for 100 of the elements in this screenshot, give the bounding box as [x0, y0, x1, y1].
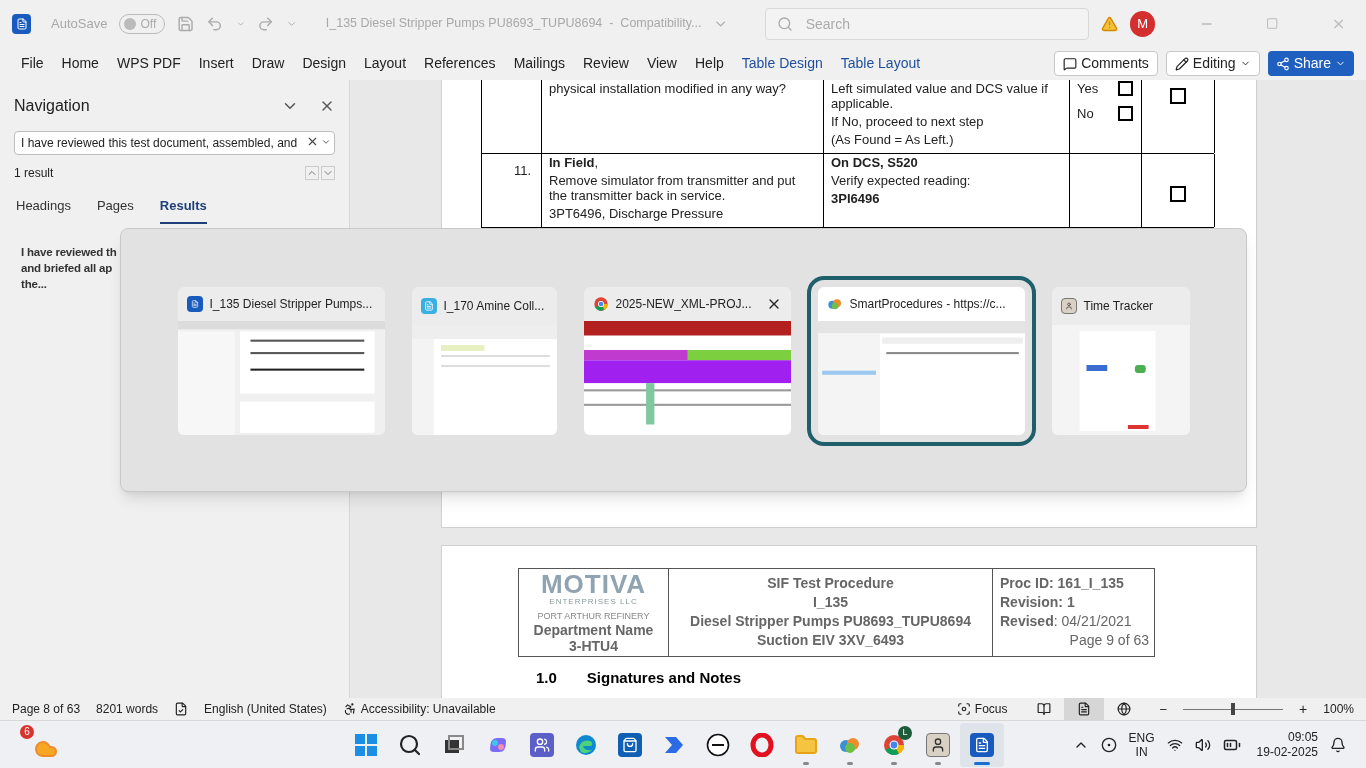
people-icon[interactable] — [530, 732, 554, 757]
search-field[interactable]: I have reviewed this test document, assembled, and — [14, 131, 335, 155]
ribbon-tab[interactable]: Layout — [355, 53, 416, 74]
window-thumbnail[interactable]: Time Tracker — [1051, 287, 1190, 435]
share-button[interactable]: Share — [1267, 51, 1354, 76]
comment-icon — [1063, 56, 1078, 71]
notification-bell-icon[interactable] — [1330, 736, 1346, 753]
proofing-icon[interactable] — [174, 702, 189, 716]
focus-icon — [956, 702, 971, 716]
pane-title: Navigation — [14, 96, 90, 116]
volume-icon[interactable] — [1194, 736, 1211, 753]
window-thumbnail[interactable]: I_135 Diesel Stripper Pumps... — [177, 287, 385, 435]
swirl-globe-icon[interactable] — [574, 732, 598, 757]
search-icon[interactable] — [398, 732, 422, 757]
zoom-out-button[interactable]: − — [1159, 702, 1168, 716]
page-number: Page 9 of 63 — [1068, 631, 1149, 650]
taskbar-app[interactable] — [960, 722, 1004, 767]
checkbox[interactable] — [1170, 186, 1186, 202]
chrome-icon[interactable] — [592, 296, 609, 313]
input-language[interactable]: ENG — [1128, 730, 1155, 745]
ribbon-tab[interactable]: Help — [686, 53, 733, 74]
pane-tab[interactable]: Pages — [96, 196, 134, 224]
checkbox[interactable] — [1170, 88, 1186, 104]
view-button[interactable] — [1063, 698, 1104, 720]
page-indicator[interactable]: Page 8 of 63 — [12, 700, 81, 718]
site-name: PORT ARTHUR REFINERY — [537, 610, 650, 622]
ribbon-tab[interactable]: Design — [293, 53, 355, 74]
result-snippet[interactable]: I have reviewed th and briefed all ap the... — [21, 243, 117, 292]
profile-badge: L — [898, 725, 912, 740]
header-text: SIF Test Procedure — [767, 574, 894, 593]
taskbar-app[interactable]: L — [872, 722, 916, 767]
window-title: 2025-NEW_XML-PROJ... — [615, 296, 752, 314]
comments-button[interactable]: Comments — [1054, 51, 1158, 76]
cell-text: (As Found = As Left.) — [831, 132, 955, 147]
clear-icon[interactable] — [306, 135, 319, 148]
header-text: Proc ID: 161_I_135 — [1000, 574, 1125, 593]
person-badge-icon[interactable] — [926, 732, 950, 757]
heading-text: Signatures and Notes — [586, 668, 742, 688]
header-text: Revision: 1 — [1000, 593, 1076, 612]
circle-logo-icon[interactable] — [706, 732, 730, 757]
word-count[interactable]: 8201 words — [96, 700, 159, 718]
department-text: Department Name — [533, 622, 654, 638]
ribbon-tab[interactable]: Draw — [242, 53, 294, 74]
ribbon-tab[interactable]: File — [12, 53, 53, 74]
editing-button[interactable]: Editing — [1165, 51, 1260, 76]
page-icon — [1076, 702, 1091, 716]
slider-thumb[interactable] — [1231, 703, 1236, 715]
header-text: Suction EIV 3XV_6493 — [756, 631, 905, 650]
option-label: No — [1077, 106, 1094, 121]
accessibility-icon[interactable] — [342, 702, 357, 716]
clock-time[interactable]: 09:05 — [1287, 729, 1318, 745]
ribbon-tab[interactable]: Mailings — [504, 53, 574, 74]
book-icon — [1036, 702, 1051, 716]
ribbon-tab[interactable]: View — [637, 53, 686, 74]
shopping-bag-icon[interactable] — [618, 732, 642, 757]
avatar[interactable]: M — [1130, 10, 1156, 37]
ribbon-tab[interactable]: Home — [52, 53, 108, 74]
autosave-label: AutoSave — [51, 14, 108, 33]
checkbox[interactable] — [1118, 106, 1133, 121]
document-icon — [420, 298, 437, 314]
zoom-slider[interactable] — [1183, 703, 1284, 715]
ribbon-tab[interactable]: WPS PDF — [107, 53, 190, 74]
ring-icon[interactable] — [750, 732, 774, 757]
accessibility-status[interactable]: Accessibility: Unavailable — [360, 700, 496, 718]
logo-text: MOTIVA — [540, 571, 647, 597]
pencil-icon — [1174, 56, 1189, 71]
clock-date[interactable]: 19-02-2025 — [1256, 744, 1318, 760]
zoom-level[interactable]: 100% — [1323, 700, 1354, 718]
cell-text: If No, proceed to next step — [831, 114, 985, 129]
search-field[interactable]: Search — [764, 7, 1090, 40]
checkbox[interactable] — [1118, 81, 1133, 96]
window-title: SmartProcedures - https://c... — [849, 296, 1006, 314]
cell-text: In Field, — [549, 155, 600, 170]
document-title: I_135 Diesel Stripper Pumps PU8693_TUPU8694 - Compatibility... — [325, 15, 702, 33]
ribbon-tab[interactable]: Review — [574, 53, 638, 74]
window-thumbnail[interactable]: 2025-NEW_XML-PROJ... — [583, 287, 791, 435]
cell-text: Left simulated value and DCS value if applicable. — [831, 81, 1049, 111]
cell-text: 3PI6496 — [831, 191, 881, 206]
pane-tab[interactable]: Results — [159, 196, 207, 224]
window-thumbnail[interactable]: SmartProcedures - https://c... — [817, 287, 1025, 435]
zoom-in-button[interactable]: + — [1299, 702, 1308, 716]
cell-text: physical installation modified in any way? — [549, 81, 787, 96]
input-region[interactable]: IN — [1135, 744, 1148, 759]
ribbon-tab[interactable]: Table Design — [732, 53, 832, 74]
result-count: 1 result — [14, 165, 54, 182]
pane-tab[interactable]: Headings — [16, 196, 71, 224]
window-title: I_135 Diesel Stripper Pumps... — [209, 296, 373, 314]
window-thumbnail[interactable]: I_170 Amine Coll... — [411, 287, 557, 435]
focus-button[interactable]: Focus — [956, 700, 1008, 718]
language-indicator[interactable]: English (United States) — [204, 700, 327, 718]
ribbon-tab[interactable]: Table Layout — [831, 53, 930, 74]
ribbon-tab[interactable]: References — [415, 53, 505, 74]
department-text: 3-HTU4 — [569, 638, 618, 654]
window-title: Time Tracker — [1083, 298, 1154, 315]
ribbon-tab[interactable]: Insert — [189, 53, 243, 74]
cell-text: On DCS, S520 — [831, 155, 919, 170]
cell-text: Verify expected reading: — [831, 173, 972, 188]
heading-number: 1.0 — [536, 668, 557, 688]
windows-logo-icon[interactable] — [354, 732, 378, 757]
header-text: I_135 — [812, 593, 848, 612]
